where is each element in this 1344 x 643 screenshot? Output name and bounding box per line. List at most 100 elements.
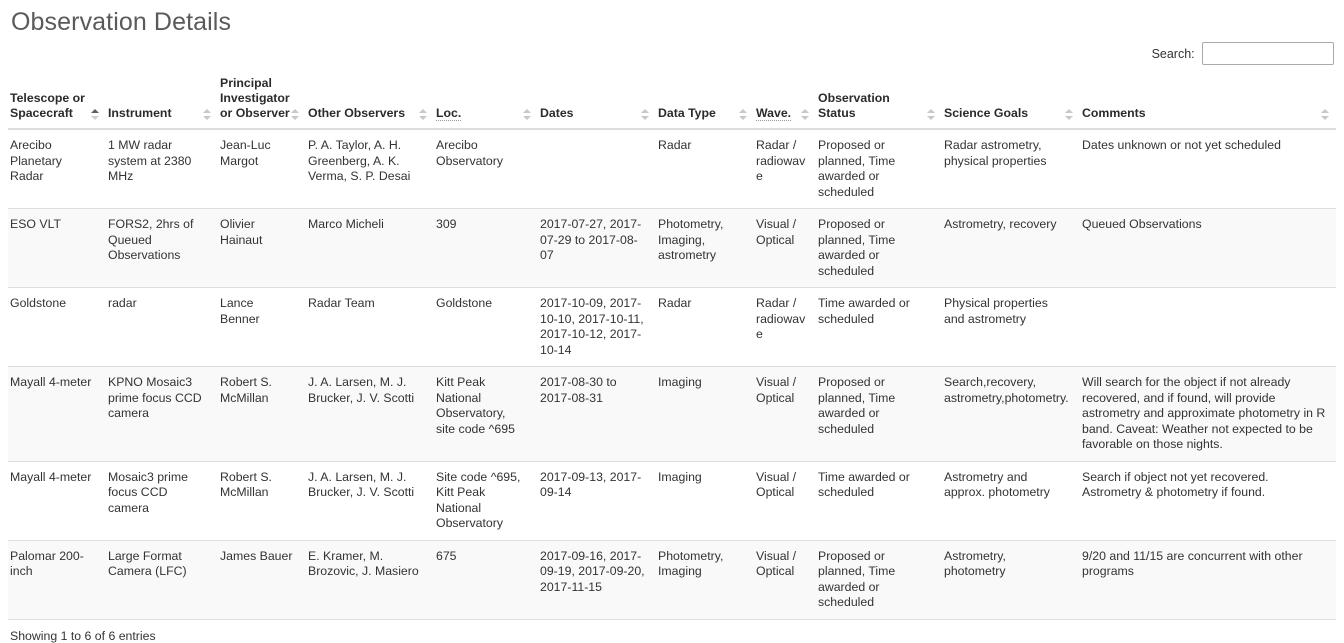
cell-loc: Arecibo Observatory: [434, 129, 538, 209]
cell-loc: Kitt Peak National Observatory, site cod…: [434, 366, 538, 461]
cell-telescope: Goldstone: [8, 287, 106, 367]
cell-principal-investigator: James Bauer: [218, 539, 306, 620]
cell-data-type: Imaging: [656, 460, 754, 540]
table-row[interactable]: Goldstone radar Lance Benner Radar Team …: [8, 287, 1336, 367]
cell-other-observers: Radar Team: [306, 287, 434, 367]
cell-science-goals: Astrometry and approx. photometry: [942, 460, 1080, 540]
cell-instrument: KPNO Mosaic3 prime focus CCD camera: [106, 366, 218, 461]
sort-toggle-icon[interactable]: [1321, 109, 1330, 120]
cell-observation-status: Proposed or planned, Time awarded or sch…: [816, 129, 942, 209]
sort-toggle-icon[interactable]: [927, 109, 936, 120]
cell-science-goals: Search,recovery, astrometry,photometry.: [942, 366, 1080, 461]
table-row[interactable]: Mayall 4-meter Mosaic3 prime focus CCD c…: [8, 460, 1336, 540]
cell-observation-status: Proposed or planned, Time awarded or sch…: [816, 366, 942, 461]
sort-toggle-icon[interactable]: [203, 109, 212, 120]
cell-telescope: Mayall 4-meter: [8, 366, 106, 461]
cell-observation-status: Time awarded or scheduled: [816, 460, 942, 540]
cell-loc: 675: [434, 539, 538, 620]
cell-data-type: Photometry, Imaging: [656, 539, 754, 620]
cell-telescope: ESO VLT: [8, 208, 106, 288]
table-row[interactable]: Mayall 4-meter KPNO Mosaic3 prime focus …: [8, 366, 1336, 461]
column-header-label: Loc.: [436, 106, 462, 121]
page-title: Observation Details: [11, 8, 232, 36]
cell-observation-status: Proposed or planned, Time awarded or sch…: [816, 208, 942, 288]
cell-principal-investigator: Jean-Luc Margot: [218, 129, 306, 209]
sort-toggle-icon[interactable]: [291, 109, 300, 120]
cell-comments: Will search for the object if not alread…: [1080, 366, 1336, 461]
column-header-instrument[interactable]: Instrument: [106, 70, 218, 130]
column-header-label: Observation Status: [818, 91, 890, 120]
cell-telescope: Mayall 4-meter: [8, 460, 106, 540]
cell-comments: Search if object not yet recovered. Astr…: [1080, 460, 1336, 540]
sort-toggle-icon[interactable]: [739, 109, 748, 120]
column-header-wave[interactable]: Wave.: [754, 70, 816, 130]
cell-principal-investigator: Robert S. McMillan: [218, 460, 306, 540]
cell-loc: Goldstone: [434, 287, 538, 367]
cell-loc: 309: [434, 208, 538, 288]
cell-science-goals: Astrometry, photometry: [942, 539, 1080, 620]
cell-telescope: Palomar 200-inch: [8, 539, 106, 620]
cell-instrument: radar: [106, 287, 218, 367]
cell-other-observers: J. A. Larsen, M. J. Brucker, J. V. Scott…: [306, 460, 434, 540]
cell-wave: Visual / Optical: [754, 460, 816, 540]
cell-dates: [538, 129, 656, 209]
table-row[interactable]: ESO VLT FORS2, 2hrs of Queued Observatio…: [8, 208, 1336, 288]
table-row[interactable]: Palomar 200-inch Large Format Camera (LF…: [8, 539, 1336, 620]
column-header-observation-status[interactable]: Observation Status: [816, 70, 942, 130]
sort-ascending-icon[interactable]: [91, 109, 100, 120]
cell-wave: Visual / Optical: [754, 539, 816, 620]
table-body: Arecibo Planetary Radar 1 MW radar syste…: [8, 129, 1336, 620]
sort-toggle-icon[interactable]: [801, 109, 810, 120]
cell-other-observers: Marco Micheli: [306, 208, 434, 288]
table-head: Telescope or Spacecraft Instrument Princ…: [8, 70, 1336, 130]
cell-loc: Site code ^695, Kitt Peak National Obser…: [434, 460, 538, 540]
cell-dates: 2017-10-09, 2017-10-10, 2017-10-11, 2017…: [538, 287, 656, 367]
column-header-comments[interactable]: Comments: [1080, 70, 1336, 130]
cell-data-type: Radar: [656, 287, 754, 367]
cell-dates: 2017-09-16, 2017-09-19, 2017-09-20, 2017…: [538, 539, 656, 620]
column-header-label: Science Goals: [944, 106, 1029, 120]
column-header-label: Wave.: [756, 106, 792, 121]
column-header-science-goals[interactable]: Science Goals: [942, 70, 1080, 130]
sort-toggle-icon[interactable]: [641, 109, 650, 120]
observation-details-page: Observation Details Search: Telescope or…: [0, 0, 1344, 643]
table-info: Showing 1 to 6 of 6 entries: [10, 628, 156, 643]
cell-science-goals: Physical properties and astrometry: [942, 287, 1080, 367]
cell-other-observers: P. A. Taylor, A. H. Greenberg, A. K. Ver…: [306, 129, 434, 209]
sort-toggle-icon[interactable]: [523, 109, 532, 120]
cell-instrument: Mosaic3 prime focus CCD camera: [106, 460, 218, 540]
column-header-label: Telescope or Spacecraft: [10, 91, 85, 120]
column-header-loc[interactable]: Loc.: [434, 70, 538, 130]
sort-toggle-icon[interactable]: [1065, 109, 1074, 120]
column-header-dates[interactable]: Dates: [538, 70, 656, 130]
observation-details-table: Telescope or Spacecraft Instrument Princ…: [8, 70, 1336, 620]
column-header-data-type[interactable]: Data Type: [656, 70, 754, 130]
cell-dates: 2017-09-13, 2017-09-14: [538, 460, 656, 540]
cell-instrument: Large Format Camera (LFC): [106, 539, 218, 620]
column-header-telescope[interactable]: Telescope or Spacecraft: [8, 70, 106, 130]
sort-toggle-icon[interactable]: [419, 109, 428, 120]
table-header-row: Telescope or Spacecraft Instrument Princ…: [8, 70, 1336, 130]
cell-wave: Radar / radiowave: [754, 129, 816, 209]
cell-comments: Dates unknown or not yet scheduled: [1080, 129, 1336, 209]
cell-observation-status: Proposed or planned, Time awarded or sch…: [816, 539, 942, 620]
cell-science-goals: Radar astrometry, physical properties: [942, 129, 1080, 209]
table-row[interactable]: Arecibo Planetary Radar 1 MW radar syste…: [8, 129, 1336, 209]
column-header-label: Principal Investigator or Observer: [220, 76, 290, 120]
cell-observation-status: Time awarded or scheduled: [816, 287, 942, 367]
table-toolbar: Search:: [8, 36, 1336, 70]
cell-other-observers: J. A. Larsen, M. J. Brucker, J. V. Scott…: [306, 366, 434, 461]
cell-wave: Radar / radiowave: [754, 287, 816, 367]
cell-dates: 2017-07-27, 2017-07-29 to 2017-08-07: [538, 208, 656, 288]
cell-comments: 9/20 and 11/15 are concurrent with other…: [1080, 539, 1336, 620]
column-header-label: Instrument: [108, 106, 172, 120]
search-input[interactable]: [1202, 42, 1334, 65]
column-header-label: Comments: [1082, 106, 1146, 120]
column-header-label: Dates: [540, 106, 574, 120]
column-header-other-observers[interactable]: Other Observers: [306, 70, 434, 130]
search-filter: Search:: [1152, 42, 1334, 65]
cell-principal-investigator: Olivier Hainaut: [218, 208, 306, 288]
column-header-principal-investigator[interactable]: Principal Investigator or Observer: [218, 70, 306, 130]
cell-comments: Queued Observations: [1080, 208, 1336, 288]
cell-wave: Visual / Optical: [754, 208, 816, 288]
